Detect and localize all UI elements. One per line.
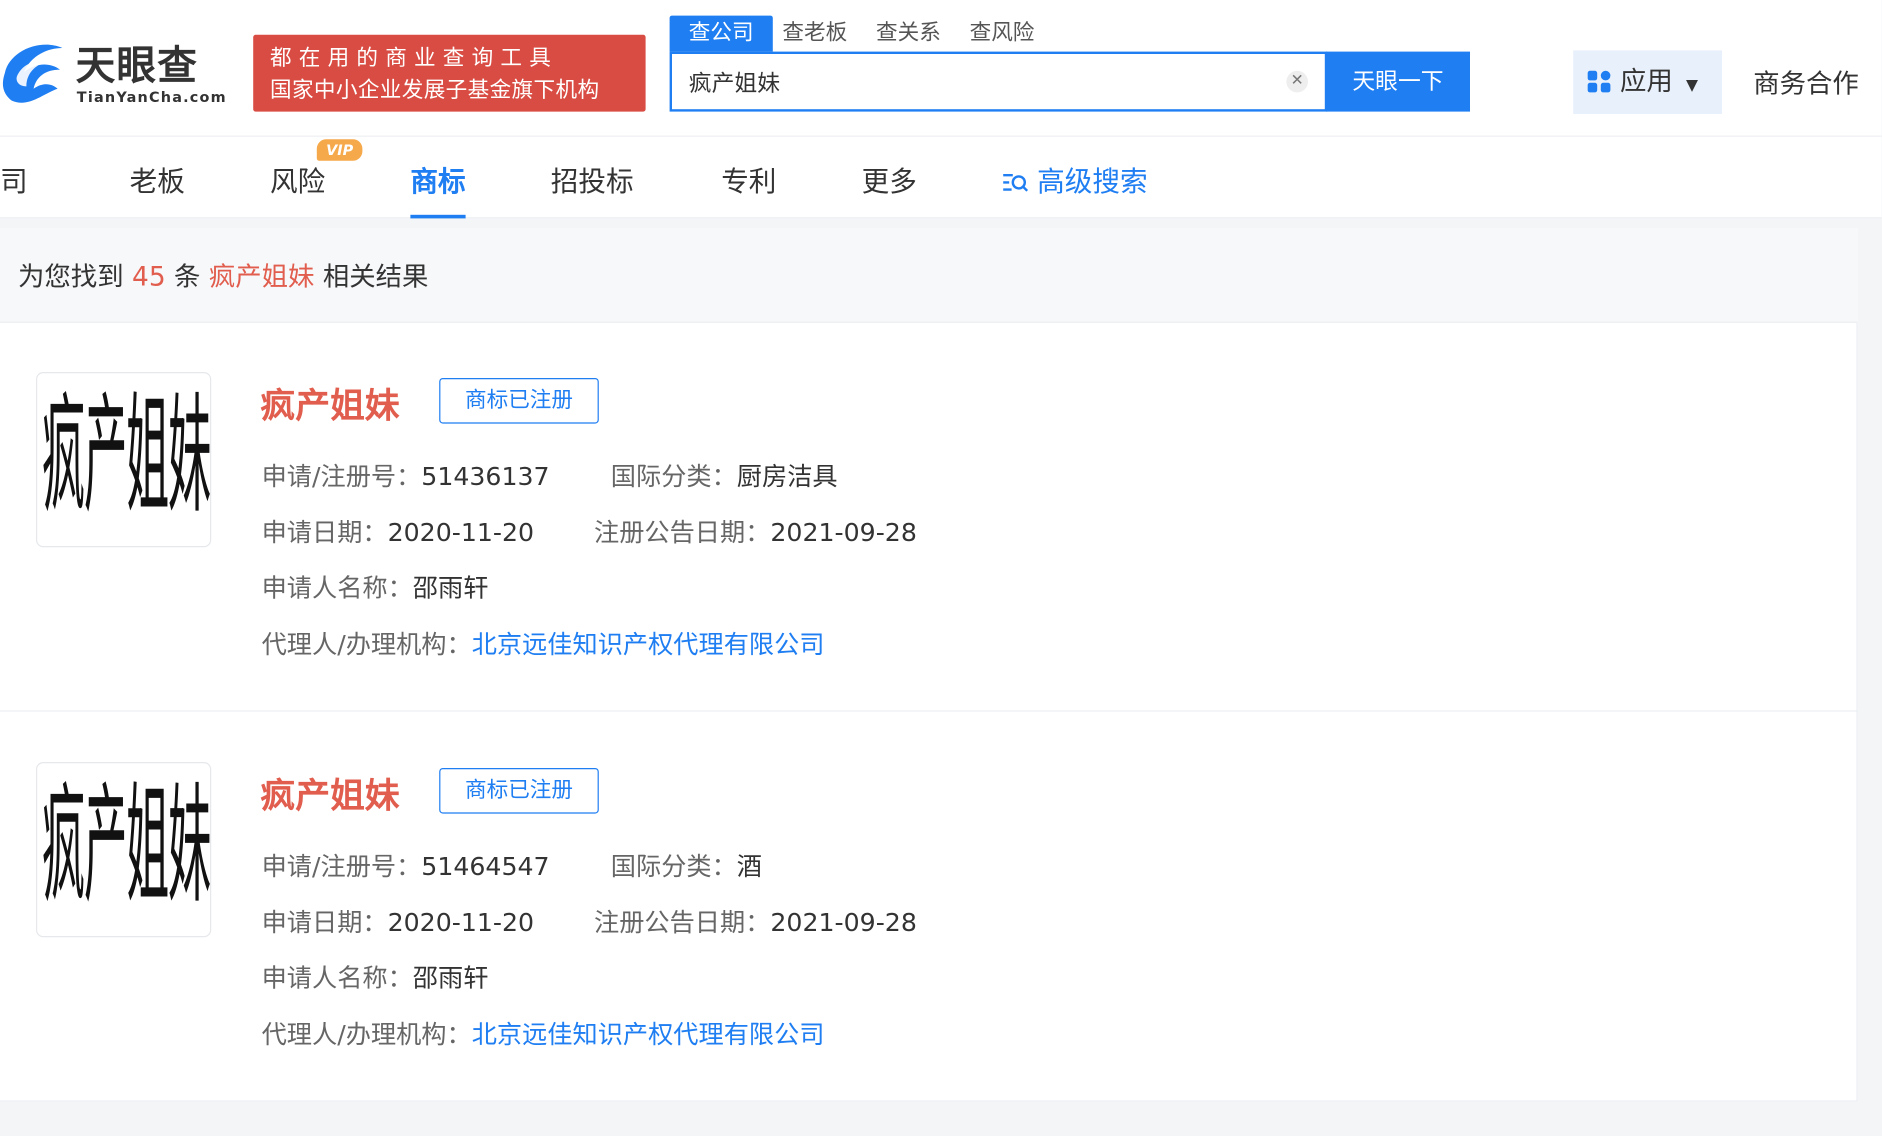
trademark-image[interactable]: 疯产姐妹 [36, 762, 212, 938]
status-badge: 商标已注册 [439, 378, 599, 424]
promo-banner[interactable]: 都在用的商业查询工具 国家中小企业发展子基金旗下机构 [253, 34, 646, 112]
notice-date-row: 注册公告日期：2021-09-28 [594, 904, 917, 940]
advanced-search-icon [1003, 174, 1029, 192]
banner-slogan: 都在用的商业查询工具 [270, 45, 558, 71]
notice-date-value: 2021-09-28 [770, 518, 917, 548]
nav-item-patent[interactable]: 专利 [721, 158, 776, 218]
search-input[interactable] [688, 54, 1265, 110]
top-header: 天眼查 TianYanCha.com 都在用的商业查询工具 国家中小企业发展子基… [0, 0, 1882, 137]
applicant-label: 申请人名称： [261, 963, 413, 993]
applicant-row: 申请人名称：邵雨轩 [262, 569, 489, 605]
logo-eye-icon [2, 44, 63, 103]
apply-date-value: 2020-11-20 [387, 908, 535, 938]
search-keyword: 疯产姐妹 [208, 262, 315, 293]
trademark-image-text: 疯产姐妹 [42, 775, 211, 923]
apply-date-label: 申请日期： [261, 518, 388, 548]
agent-link[interactable]: 北京远佳知识产权代理有限公司 [472, 630, 825, 659]
trademark-result-item[interactable]: 疯产姐妹 疯产姐妹 商标已注册 申请/注册号：51464547 国际分类：酒 申… [0, 713, 1858, 1102]
notice-date-label: 注册公告日期： [594, 908, 771, 938]
notice-date-row: 注册公告日期：2021-09-28 [594, 514, 917, 550]
agent-row: 代理人/办理机构：北京远佳知识产权代理有限公司 [262, 1015, 825, 1051]
agent-link[interactable]: 北京远佳知识产权代理有限公司 [472, 1020, 825, 1049]
vip-badge: VIP [316, 139, 363, 161]
summary-prefix: 为您找到 [18, 262, 124, 293]
intl-class-label: 国际分类： [610, 852, 737, 881]
tab-search-risk[interactable]: 查风险 [960, 16, 1054, 52]
summary-mid: 条 [174, 262, 201, 293]
intl-class-row: 国际分类：厨房洁具 [611, 457, 838, 493]
agent-label: 代理人/办理机构： [261, 1020, 472, 1049]
agent-label: 代理人/办理机构： [261, 630, 472, 659]
trademark-image[interactable]: 疯产姐妹 [36, 372, 212, 548]
tab-search-boss[interactable]: 查老板 [773, 16, 867, 52]
trademark-image-text: 疯产姐妹 [42, 385, 211, 533]
nav-item-trademark[interactable]: 商标 [410, 158, 466, 219]
applicant-row: 申请人名称：邵雨轩 [262, 959, 489, 995]
trademark-name-link[interactable]: 疯产姐妹 [260, 768, 399, 818]
clear-search-icon[interactable]: ✕ [1286, 70, 1308, 93]
nav-item-risk[interactable]: 风险 [270, 158, 325, 218]
banner-subtitle: 国家中小企业发展子基金旗下机构 [270, 78, 600, 104]
reg-number-row: 申请/注册号：51464547 [262, 847, 550, 883]
notice-date-label: 注册公告日期： [594, 518, 771, 548]
reg-number-value: 51436137 [421, 462, 550, 491]
reg-number-value: 51464547 [421, 852, 550, 881]
apply-date-value: 2020-11-20 [387, 518, 535, 548]
nav-item-more[interactable]: 更多 [862, 158, 917, 218]
intl-class-row: 国际分类：酒 [611, 847, 762, 883]
search-type-tabs: 查公司 查老板 查关系 查风险 [669, 15, 1054, 52]
search-box: ✕ [669, 51, 1328, 112]
intl-class-value: 酒 [736, 852, 762, 881]
tab-search-company[interactable]: 查公司 [669, 15, 773, 52]
reg-number-row: 申请/注册号：51436137 [262, 457, 550, 493]
logo-text: 天眼查 [75, 42, 199, 89]
nav-item-boss[interactable]: 老板 [130, 158, 185, 218]
category-nav: 公司 老板 风险 商标 招投标 专利 更多 高级搜索 [0, 136, 1882, 219]
applicant-label: 申请人名称： [261, 573, 413, 603]
reg-number-label: 申请/注册号： [261, 462, 422, 491]
apps-menu-button[interactable]: 应用 ▼ [1573, 50, 1723, 115]
chevron-down-icon: ▼ [1686, 76, 1699, 95]
nav-item-bidding[interactable]: 招投标 [551, 158, 634, 218]
apps-grid-icon [1587, 70, 1611, 93]
business-cooperation-link[interactable]: 商务合作 [1753, 62, 1859, 100]
agent-row: 代理人/办理机构：北京远佳知识产权代理有限公司 [262, 625, 825, 661]
tab-search-relation[interactable]: 查关系 [866, 16, 960, 52]
tianyancha-logo[interactable]: 天眼查 TianYanCha.com [0, 34, 240, 113]
results-summary: 为您找到 45 条 疯产姐妹 相关结果 [0, 228, 1858, 323]
status-badge: 商标已注册 [439, 768, 599, 814]
intl-class-value: 厨房洁具 [736, 462, 838, 491]
trademark-result-item[interactable]: 疯产姐妹 疯产姐妹 商标已注册 申请/注册号：51436137 国际分类：厨房洁… [0, 323, 1858, 712]
applicant-value: 邵雨轩 [412, 573, 489, 603]
reg-number-label: 申请/注册号： [261, 852, 422, 881]
apply-date-row: 申请日期：2020-11-20 [262, 904, 534, 940]
search-button[interactable]: 天眼一下 [1326, 51, 1470, 112]
notice-date-value: 2021-09-28 [770, 908, 917, 938]
advanced-search-link[interactable]: 高级搜索 [1002, 158, 1148, 218]
intl-class-label: 国际分类： [610, 462, 737, 491]
nav-item-company[interactable]: 公司 [0, 158, 28, 218]
trademark-name-link[interactable]: 疯产姐妹 [260, 378, 399, 428]
summary-suffix: 相关结果 [322, 262, 429, 293]
apps-menu-label: 应用 [1620, 67, 1673, 98]
apply-date-label: 申请日期： [261, 908, 388, 938]
result-count: 45 [132, 262, 166, 293]
logo-domain: TianYanCha.com [76, 88, 227, 106]
advanced-search-label: 高级搜索 [1037, 166, 1148, 199]
applicant-value: 邵雨轩 [412, 963, 489, 993]
results-panel: 为您找到 45 条 疯产姐妹 相关结果 疯产姐妹 疯产姐妹 商标已注册 申请/注… [0, 228, 1858, 1102]
apply-date-row: 申请日期：2020-11-20 [262, 514, 534, 550]
